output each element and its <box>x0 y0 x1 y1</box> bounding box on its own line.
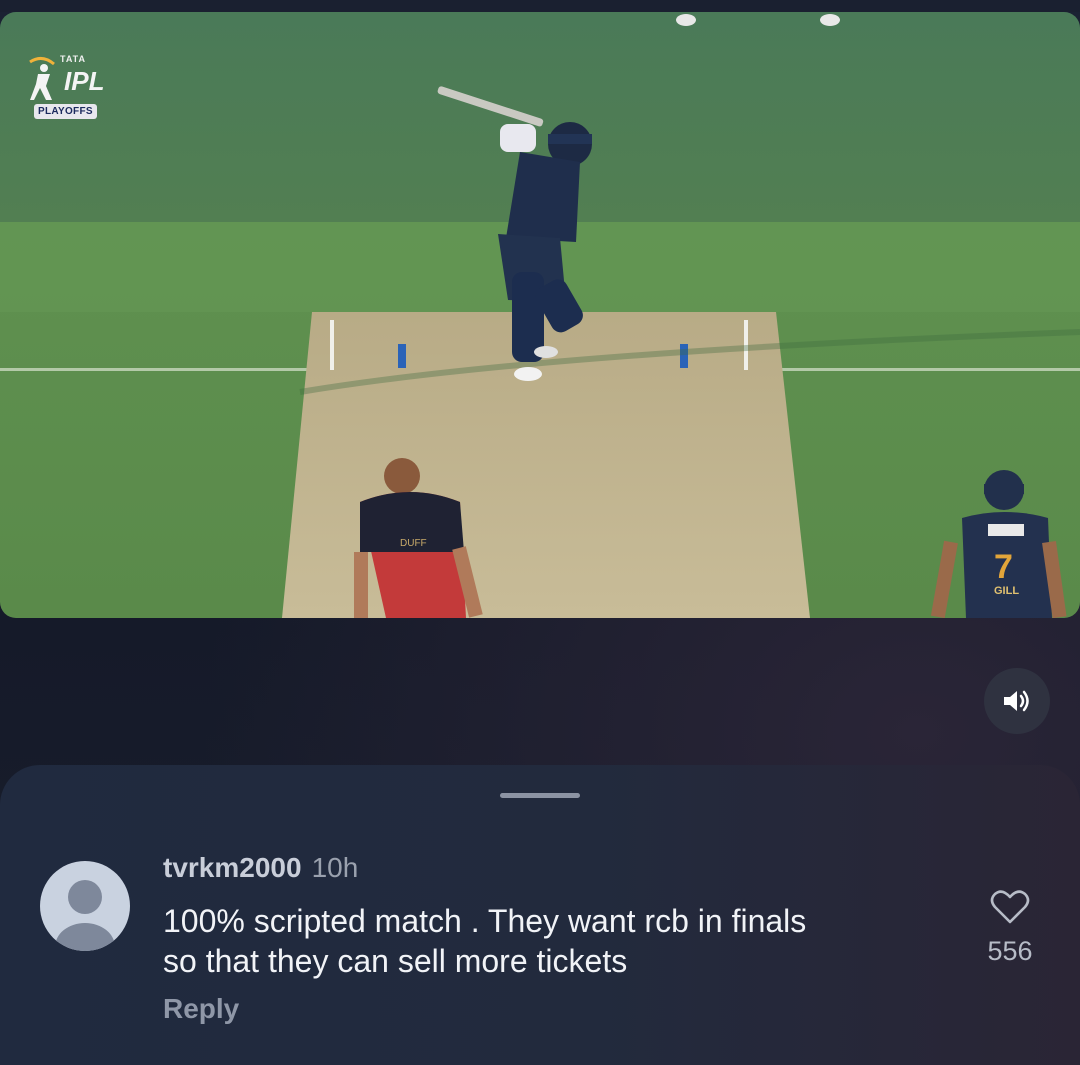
like-control[interactable]: 556 <box>980 889 1040 967</box>
fielder-jersey-number: 7 <box>994 548 1013 586</box>
reply-button[interactable]: Reply <box>163 993 239 1025</box>
heart-icon[interactable] <box>990 889 1030 925</box>
comment-text-line-1: 100% scripted match . They want rcb in f… <box>163 903 807 939</box>
avatar[interactable] <box>40 861 130 951</box>
bowler-jersey-name: DUFF <box>400 538 427 549</box>
comment-author[interactable]: tvrkm2000 10h <box>163 852 358 884</box>
comment-text: 100% scripted match . They want rcb in f… <box>163 901 943 981</box>
sound-toggle-button[interactable] <box>984 668 1050 734</box>
ipl-playoffs-logo: TATA IPL PLAYOFFS <box>24 50 104 134</box>
comment-username[interactable]: tvrkm2000 <box>163 852 302 883</box>
sheet-drag-handle[interactable] <box>500 793 580 798</box>
video-frame: DUFF 7 GILL <box>0 12 1080 618</box>
video-player[interactable]: DUFF 7 GILL TATA IPL PLAYOFFS <box>0 12 1080 618</box>
comment-timestamp: 10h <box>311 852 359 883</box>
logo-subtitle: PLAYOFFS <box>34 104 97 119</box>
like-count: 556 <box>987 936 1033 966</box>
comment-text-line-2: so that they can sell more tickets <box>163 943 628 979</box>
speaker-on-icon <box>1004 690 1029 712</box>
default-user-icon <box>55 880 115 951</box>
logo-title: IPL <box>64 66 105 96</box>
fielder-jersey-name: GILL <box>994 585 1019 597</box>
status-strip <box>0 0 1080 12</box>
batsman-logo-icon <box>29 57 55 100</box>
comments-sheet: tvrkm2000 10h 100% scripted match . They … <box>0 765 1080 1065</box>
logo-brand: TATA <box>60 54 86 64</box>
